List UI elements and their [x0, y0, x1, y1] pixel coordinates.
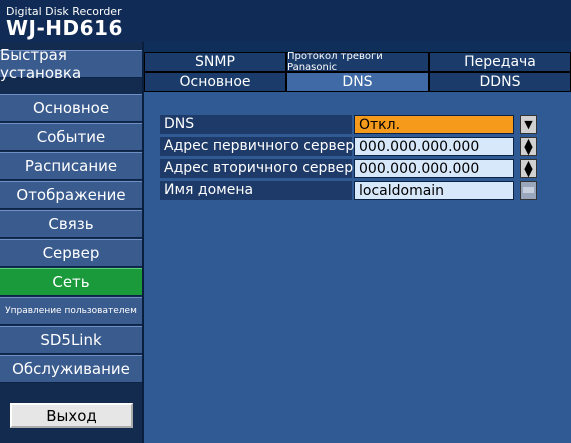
- dns-label: DNS: [160, 115, 352, 134]
- dns-select-dropdown-icon[interactable]: ▼: [520, 115, 537, 134]
- tab-basic[interactable]: Основное: [144, 72, 286, 92]
- sidebar-item-comm[interactable]: Связь: [0, 210, 142, 238]
- secondary-server-stepper-icon[interactable]: ▲ ▼: [520, 159, 537, 178]
- keyboard-icon[interactable]: [520, 181, 537, 200]
- secondary-server-input[interactable]: 000.000.000.000: [354, 159, 514, 178]
- domain-name-input[interactable]: localdomain: [354, 181, 514, 200]
- header-bar: Digital Disk Recorder WJ-HD616: [0, 0, 571, 42]
- primary-server-label: Адрес первичного сервера: [160, 137, 363, 156]
- exit-button[interactable]: Выход: [10, 403, 133, 428]
- sidebar-item-display[interactable]: Отображение: [0, 181, 142, 209]
- domain-name-label: Имя домена: [160, 181, 352, 200]
- quick-setup-button[interactable]: Быстрая установка: [0, 46, 142, 82]
- sidebar-item-basic[interactable]: Основное: [0, 94, 142, 122]
- sidebar-item-server[interactable]: Сервер: [0, 239, 142, 267]
- sidebar-item-network[interactable]: Сеть: [0, 268, 142, 296]
- brand-title: WJ-HD616: [6, 16, 123, 40]
- tab-transmission[interactable]: Передача: [429, 52, 571, 72]
- sidebar-item-maintenance[interactable]: Обслуживание: [0, 355, 142, 383]
- tab-dns[interactable]: DNS: [286, 72, 429, 92]
- dns-select[interactable]: Откл.: [354, 115, 514, 134]
- primary-server-stepper-icon[interactable]: ▲ ▼: [520, 137, 537, 156]
- tab-ddns[interactable]: DDNS: [429, 72, 571, 92]
- sidebar-item-schedule[interactable]: Расписание: [0, 152, 142, 180]
- tab-panasonic-alarm-protocol[interactable]: Протокол тревоги Panasonic: [286, 51, 429, 73]
- sidebar-item-sd5link[interactable]: SD5Link: [0, 326, 142, 354]
- secondary-server-label: Адрес вторичного сервера: [160, 159, 362, 178]
- primary-server-input[interactable]: 000.000.000.000: [354, 137, 514, 156]
- sidebar-item-user-management[interactable]: Управление пользователем: [0, 297, 142, 325]
- tab-snmp[interactable]: SNMP: [144, 52, 286, 72]
- sidebar-item-event[interactable]: Событие: [0, 123, 142, 151]
- content-area: SNMP Протокол тревоги Panasonic Передача…: [144, 42, 571, 443]
- sidebar: Быстрая установка Основное Событие Распи…: [0, 42, 142, 443]
